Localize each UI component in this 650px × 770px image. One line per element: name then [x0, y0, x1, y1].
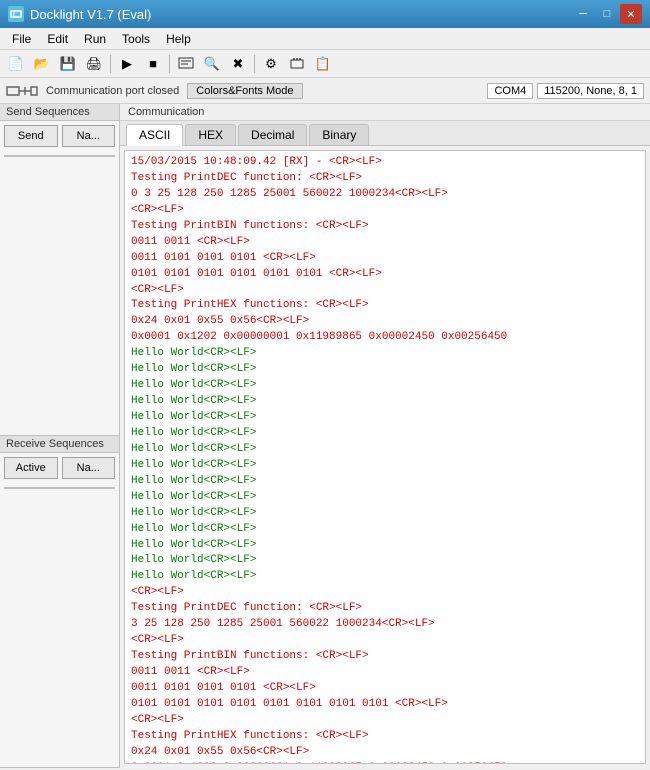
- comm-line: Hello World<CR><LF>: [131, 490, 639, 506]
- comm-line: Hello World<CR><LF>: [131, 474, 639, 490]
- comm-line: 0x24 0x01 0x55 0x56<CR><LF>: [131, 314, 639, 330]
- comm-line: <CR><LF>: [131, 713, 639, 729]
- port-status-text: Communication port closed: [46, 85, 179, 97]
- com-port-field[interactable]: COM4: [487, 83, 533, 99]
- send-buttons: Send Na...: [0, 121, 119, 151]
- menu-tools[interactable]: Tools: [114, 30, 158, 48]
- comm-line: <CR><LF>: [131, 585, 639, 601]
- comm-line: Hello World<CR><LF>: [131, 410, 639, 426]
- menu-help[interactable]: Help: [158, 30, 199, 48]
- title-bar: Docklight V1.7 (Eval) ─ □ ✕: [0, 0, 650, 28]
- clear-button[interactable]: ✖: [226, 53, 250, 75]
- comm-line: 0011 0011 <CR><LF>: [131, 665, 639, 681]
- comm-line: 0x24 0x01 0x55 0x56<CR><LF>: [131, 745, 639, 761]
- menu-bar: File Edit Run Tools Help: [0, 28, 650, 50]
- comm-line: Testing PrintHEX functions: <CR><LF>: [131, 729, 639, 745]
- new-button[interactable]: 📄: [4, 53, 28, 75]
- menu-edit[interactable]: Edit: [39, 30, 76, 48]
- window-title: Docklight V1.7 (Eval): [30, 7, 151, 22]
- tab-hex[interactable]: HEX: [185, 124, 236, 145]
- menu-run[interactable]: Run: [76, 30, 114, 48]
- window-controls: ─ □ ✕: [572, 4, 642, 24]
- open-button[interactable]: 📂: [30, 53, 54, 75]
- log-button[interactable]: 📋: [311, 53, 335, 75]
- app-icon: [8, 6, 24, 22]
- status-bar: Communication port closed Colors&Fonts M…: [0, 78, 650, 104]
- receive-name-button[interactable]: Na...: [62, 457, 116, 479]
- port-icon: [6, 82, 38, 100]
- comm-line: <CR><LF>: [131, 633, 639, 649]
- receive-buttons: Active Na...: [0, 453, 119, 483]
- comm-line: 0x0001 0x1202 0x00000001 0x11989865 0x00…: [131, 330, 639, 346]
- separator-1: [110, 55, 111, 73]
- comm-header: Communication: [120, 104, 650, 121]
- colors-mode-badge[interactable]: Colors&Fonts Mode: [187, 83, 302, 99]
- comm-line: Testing PrintBIN functions: <CR><LF>: [131, 649, 639, 665]
- send-sequences-header: Send Sequences: [0, 104, 119, 121]
- comm-line: 0011 0011 <CR><LF>: [131, 235, 639, 251]
- send-name-button[interactable]: Na...: [62, 125, 116, 147]
- comm-line: 0101 0101 0101 0101 0101 0101 <CR><LF>: [131, 267, 639, 283]
- minimize-button[interactable]: ─: [572, 4, 594, 24]
- toolbar: 📄 📂 💾 🖨 ▶ ■ 🔍 ✖ ⚙ 📋: [0, 50, 650, 78]
- communication-area[interactable]: 15/03/2015 10:48:09.42 [RX] - <CR><LF>Te…: [124, 150, 646, 764]
- send-button[interactable]: Send: [4, 125, 58, 147]
- receive-sequences-list[interactable]: [4, 487, 115, 489]
- comm-line: 0101 0101 0101 0101 0101 0101 0101 0101 …: [131, 697, 639, 713]
- receive-sequences-panel: Receive Sequences Active Na...: [0, 436, 119, 768]
- search-button[interactable]: 🔍: [200, 53, 224, 75]
- port-button[interactable]: [285, 53, 309, 75]
- comm-line: Hello World<CR><LF>: [131, 538, 639, 554]
- tab-decimal[interactable]: Decimal: [238, 124, 307, 145]
- baud-rate-field[interactable]: 115200, None, 8, 1: [537, 83, 644, 99]
- right-panel: Communication ASCII HEX Decimal Binary 1…: [120, 104, 650, 768]
- tab-ascii[interactable]: ASCII: [126, 124, 183, 146]
- status-right: COM4 115200, None, 8, 1: [487, 83, 644, 99]
- main-layout: Send Sequences Send Na... Receive Sequen…: [0, 104, 650, 768]
- tab-bar: ASCII HEX Decimal Binary: [120, 121, 650, 146]
- save-button[interactable]: 💾: [56, 53, 80, 75]
- comm-line: 3 25 128 250 1285 25001 560022 1000234<C…: [131, 617, 639, 633]
- comm-line: Testing PrintBIN functions: <CR><LF>: [131, 219, 639, 235]
- comm-line: 0011 0101 0101 0101 <CR><LF>: [131, 251, 639, 267]
- send-sequences-list[interactable]: [4, 155, 115, 157]
- comm-line: 0011 0101 0101 0101 <CR><LF>: [131, 681, 639, 697]
- comm-line: Hello World<CR><LF>: [131, 442, 639, 458]
- print-button[interactable]: 🖨: [82, 53, 106, 75]
- comm-line: Hello World<CR><LF>: [131, 569, 639, 585]
- stop-button[interactable]: ■: [141, 53, 165, 75]
- comm-line: Testing PrintDEC function: <CR><LF>: [131, 171, 639, 187]
- comm-line: Hello World<CR><LF>: [131, 346, 639, 362]
- comm-line: Hello World<CR><LF>: [131, 553, 639, 569]
- comm-line: Hello World<CR><LF>: [131, 362, 639, 378]
- comm-line: Hello World<CR><LF>: [131, 506, 639, 522]
- comm-line: Hello World<CR><LF>: [131, 458, 639, 474]
- menu-file[interactable]: File: [4, 30, 39, 48]
- tab-binary[interactable]: Binary: [309, 124, 369, 145]
- comm-line: Hello World<CR><LF>: [131, 522, 639, 538]
- comm-line: Hello World<CR><LF>: [131, 426, 639, 442]
- run-button[interactable]: ▶: [115, 53, 139, 75]
- comm-line: 15/03/2015 10:48:09.42 [RX] - <CR><LF>: [131, 155, 639, 171]
- left-panel: Send Sequences Send Na... Receive Sequen…: [0, 104, 120, 768]
- comm-line: 0 3 25 128 250 1285 25001 560022 1000234…: [131, 187, 639, 203]
- comm-line: 0x0001 0x1202 0x00000001 0x11989865 0x00…: [131, 761, 639, 764]
- seq-editor-button[interactable]: [174, 53, 198, 75]
- settings-button[interactable]: ⚙: [259, 53, 283, 75]
- comm-line: Hello World<CR><LF>: [131, 394, 639, 410]
- receive-sequences-header: Receive Sequences: [0, 436, 119, 453]
- comm-line: Hello World<CR><LF>: [131, 378, 639, 394]
- separator-3: [254, 55, 255, 73]
- maximize-button[interactable]: □: [596, 4, 618, 24]
- comm-line: Testing PrintDEC function: <CR><LF>: [131, 601, 639, 617]
- active-button[interactable]: Active: [4, 457, 58, 479]
- send-sequences-panel: Send Sequences Send Na...: [0, 104, 119, 436]
- comm-line: <CR><LF>: [131, 203, 639, 219]
- separator-2: [169, 55, 170, 73]
- close-button[interactable]: ✕: [620, 4, 642, 24]
- comm-line: <CR><LF>: [131, 283, 639, 299]
- comm-line: Testing PrintHEX functions: <CR><LF>: [131, 298, 639, 314]
